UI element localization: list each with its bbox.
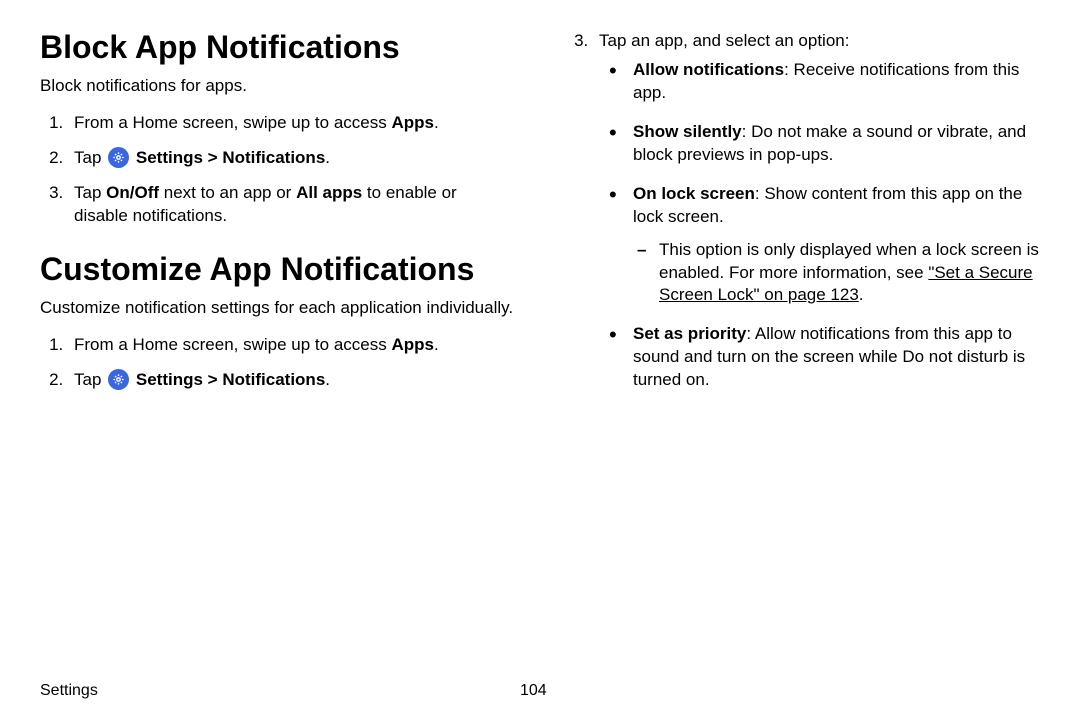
settings-icon [108,147,129,168]
steps-block: From a Home screen, swipe up to access A… [40,112,515,228]
option-list: Allow notifications: Receive notificatio… [599,59,1040,392]
step-3: Tap On/Off next to an app or All apps to… [68,182,515,228]
heading-customize-app-notifications: Customize App Notifications [40,252,515,287]
step-2: Tap Settings > Notifications. [68,369,515,392]
option-priority: Set as priority: Allow notifications fro… [627,323,1040,392]
settings-path: Settings > Notifications [136,370,325,389]
onoff-label: On/Off [106,183,159,202]
heading-block-app-notifications: Block App Notifications [40,30,515,65]
tap-label: Tap [74,148,101,167]
period: . [434,335,439,354]
step-2: Tap Settings > Notifications. [68,147,515,170]
apps-label: Apps [391,113,434,132]
option-allow: Allow notifications: Receive notificatio… [627,59,1040,105]
allapps-label: All apps [296,183,362,202]
settings-icon [108,369,129,390]
option-lockscreen: On lock screen: Show content from this a… [627,183,1040,308]
step-3: Tap an app, and select an option: Allow … [593,30,1040,392]
option-title: Show silently [633,122,742,141]
option-title: On lock screen [633,184,755,203]
apps-label: Apps [391,335,434,354]
step-text: next to an app or [159,183,296,202]
option-silent: Show silently: Do not make a sound or vi… [627,121,1040,167]
option-title: Allow notifications [633,60,784,79]
page-footer: Settings 104 [40,672,1040,700]
intro-customize: Customize notification settings for each… [40,297,515,320]
period: . [434,113,439,132]
step-1: From a Home screen, swipe up to access A… [68,112,515,135]
step-text: Tap an app, and select an option: [599,31,849,50]
steps-customize-cont: Tap an app, and select an option: Allow … [565,30,1040,392]
period: . [325,148,330,167]
step-1: From a Home screen, swipe up to access A… [68,334,515,357]
sub-note: This option is only displayed when a loc… [655,239,1040,308]
sub-note-list: This option is only displayed when a loc… [633,239,1040,308]
period: . [325,370,330,389]
option-title: Set as priority [633,324,746,343]
footer-page-number: 104 [520,682,547,700]
tap-label: Tap [74,370,101,389]
period: . [859,285,864,304]
steps-customize: From a Home screen, swipe up to access A… [40,334,515,392]
step-text: Tap [74,183,106,202]
intro-block: Block notifications for apps. [40,75,515,98]
settings-path: Settings > Notifications [136,148,325,167]
step-text: From a Home screen, swipe up to access [74,335,391,354]
step-text: From a Home screen, swipe up to access [74,113,391,132]
footer-section: Settings [40,682,520,700]
